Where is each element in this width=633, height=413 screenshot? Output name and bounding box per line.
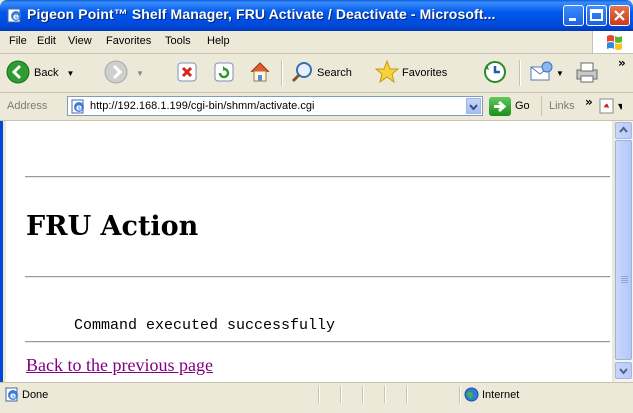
forward-button[interactable]: ▼ bbox=[104, 58, 144, 88]
acrobat-icon[interactable]: ▼ bbox=[598, 97, 625, 119]
menu-tools[interactable]: Tools bbox=[165, 35, 191, 47]
mail-button[interactable]: ▼ bbox=[528, 58, 564, 88]
page-done-icon: e bbox=[5, 387, 20, 406]
address-dropdown-button[interactable] bbox=[466, 98, 481, 114]
printer-icon bbox=[574, 59, 600, 88]
refresh-icon bbox=[213, 61, 235, 86]
horizontal-rule bbox=[25, 176, 610, 178]
window-title: Pigeon Point™ Shelf Manager, FRU Activat… bbox=[27, 6, 496, 22]
grip-line bbox=[621, 280, 628, 281]
status-text: Done bbox=[22, 389, 49, 401]
status-divider bbox=[459, 386, 461, 403]
address-bar: Address e http://192.168.1.199/cgi-bin/s… bbox=[0, 93, 633, 121]
links-separator bbox=[541, 96, 542, 116]
stop-button[interactable] bbox=[176, 58, 198, 88]
address-input[interactable]: e http://192.168.1.199/cgi-bin/shmm/acti… bbox=[67, 96, 483, 116]
home-icon bbox=[248, 60, 272, 87]
horizontal-rule bbox=[25, 276, 610, 278]
zone-text: Internet bbox=[482, 389, 520, 401]
home-button[interactable] bbox=[248, 58, 272, 88]
favorites-button[interactable]: Favorites bbox=[374, 58, 447, 88]
stop-icon bbox=[176, 61, 198, 86]
menu-favorites[interactable]: Favorites bbox=[106, 35, 151, 47]
go-button[interactable] bbox=[489, 97, 511, 116]
toolbar-separator bbox=[281, 60, 283, 86]
history-icon bbox=[482, 59, 508, 88]
ie-page-icon: e bbox=[7, 8, 23, 23]
back-arrow-icon bbox=[6, 60, 30, 87]
search-label: Search bbox=[317, 67, 352, 79]
status-bar: e Done Internet bbox=[0, 382, 633, 413]
scroll-down-button[interactable] bbox=[615, 362, 632, 379]
back-link[interactable]: Back to the previous page bbox=[26, 355, 213, 376]
svg-text:e: e bbox=[10, 392, 16, 402]
svg-text:▼: ▼ bbox=[618, 102, 622, 111]
minimize-button[interactable] bbox=[563, 5, 584, 26]
standard-toolbar: Back ▼ ▼ Search Favorites ▼ » bbox=[0, 54, 633, 93]
page-icon: e bbox=[71, 99, 86, 118]
close-button[interactable] bbox=[609, 5, 630, 26]
menu-file[interactable]: File bbox=[9, 35, 27, 47]
menu-help[interactable]: Help bbox=[207, 35, 230, 47]
status-divider bbox=[318, 386, 320, 403]
scroll-thumb[interactable] bbox=[615, 140, 632, 360]
status-divider bbox=[340, 386, 342, 403]
internet-zone-icon bbox=[464, 387, 479, 406]
result-message: Command executed successfully bbox=[74, 317, 336, 334]
refresh-button[interactable] bbox=[213, 58, 235, 88]
back-button[interactable]: Back ▼ bbox=[6, 58, 74, 88]
status-divider bbox=[406, 386, 408, 403]
address-label: Address bbox=[7, 100, 48, 112]
mail-dropdown-icon[interactable]: ▼ bbox=[556, 69, 564, 78]
status-divider bbox=[362, 386, 364, 403]
menu-bar: File Edit View Favorites Tools Help bbox=[0, 31, 633, 54]
search-icon bbox=[290, 60, 314, 87]
maximize-button[interactable] bbox=[586, 5, 607, 26]
svg-text:e: e bbox=[76, 104, 82, 114]
forward-arrow-icon bbox=[104, 60, 128, 87]
horizontal-rule bbox=[25, 341, 610, 343]
links-label[interactable]: Links bbox=[549, 100, 575, 112]
title-bar[interactable]: e Pigeon Point™ Shelf Manager, FRU Activ… bbox=[0, 0, 633, 31]
favorites-label: Favorites bbox=[402, 67, 448, 79]
print-button[interactable] bbox=[574, 58, 600, 88]
history-button[interactable] bbox=[482, 58, 508, 88]
menu-view[interactable]: View bbox=[68, 35, 92, 47]
go-label[interactable]: Go bbox=[515, 100, 530, 112]
search-button[interactable]: Search bbox=[290, 58, 352, 88]
mail-icon bbox=[528, 59, 554, 88]
grip-line bbox=[621, 278, 628, 279]
status-divider bbox=[384, 386, 386, 403]
back-dropdown-icon[interactable]: ▼ bbox=[66, 69, 74, 78]
windows-logo bbox=[592, 31, 633, 53]
address-url: http://192.168.1.199/cgi-bin/shmm/activa… bbox=[90, 100, 315, 112]
page-heading: FRU Action bbox=[26, 211, 199, 242]
page-content: FRU Action Command executed successfully… bbox=[6, 121, 612, 382]
vertical-scrollbar[interactable] bbox=[615, 121, 633, 382]
scroll-up-button[interactable] bbox=[615, 122, 632, 139]
toolbar-overflow-icon[interactable]: » bbox=[618, 56, 626, 70]
svg-text:e: e bbox=[13, 13, 19, 23]
back-label: Back bbox=[34, 67, 59, 79]
forward-dropdown-icon[interactable]: ▼ bbox=[136, 69, 144, 78]
grip-line bbox=[621, 276, 628, 277]
menu-edit[interactable]: Edit bbox=[37, 35, 56, 47]
grip-line bbox=[621, 282, 628, 283]
toolbar-separator-2 bbox=[519, 60, 521, 86]
links-overflow-icon[interactable]: » bbox=[585, 95, 593, 109]
browser-window: e Pigeon Point™ Shelf Manager, FRU Activ… bbox=[0, 0, 633, 413]
star-icon bbox=[374, 59, 400, 88]
